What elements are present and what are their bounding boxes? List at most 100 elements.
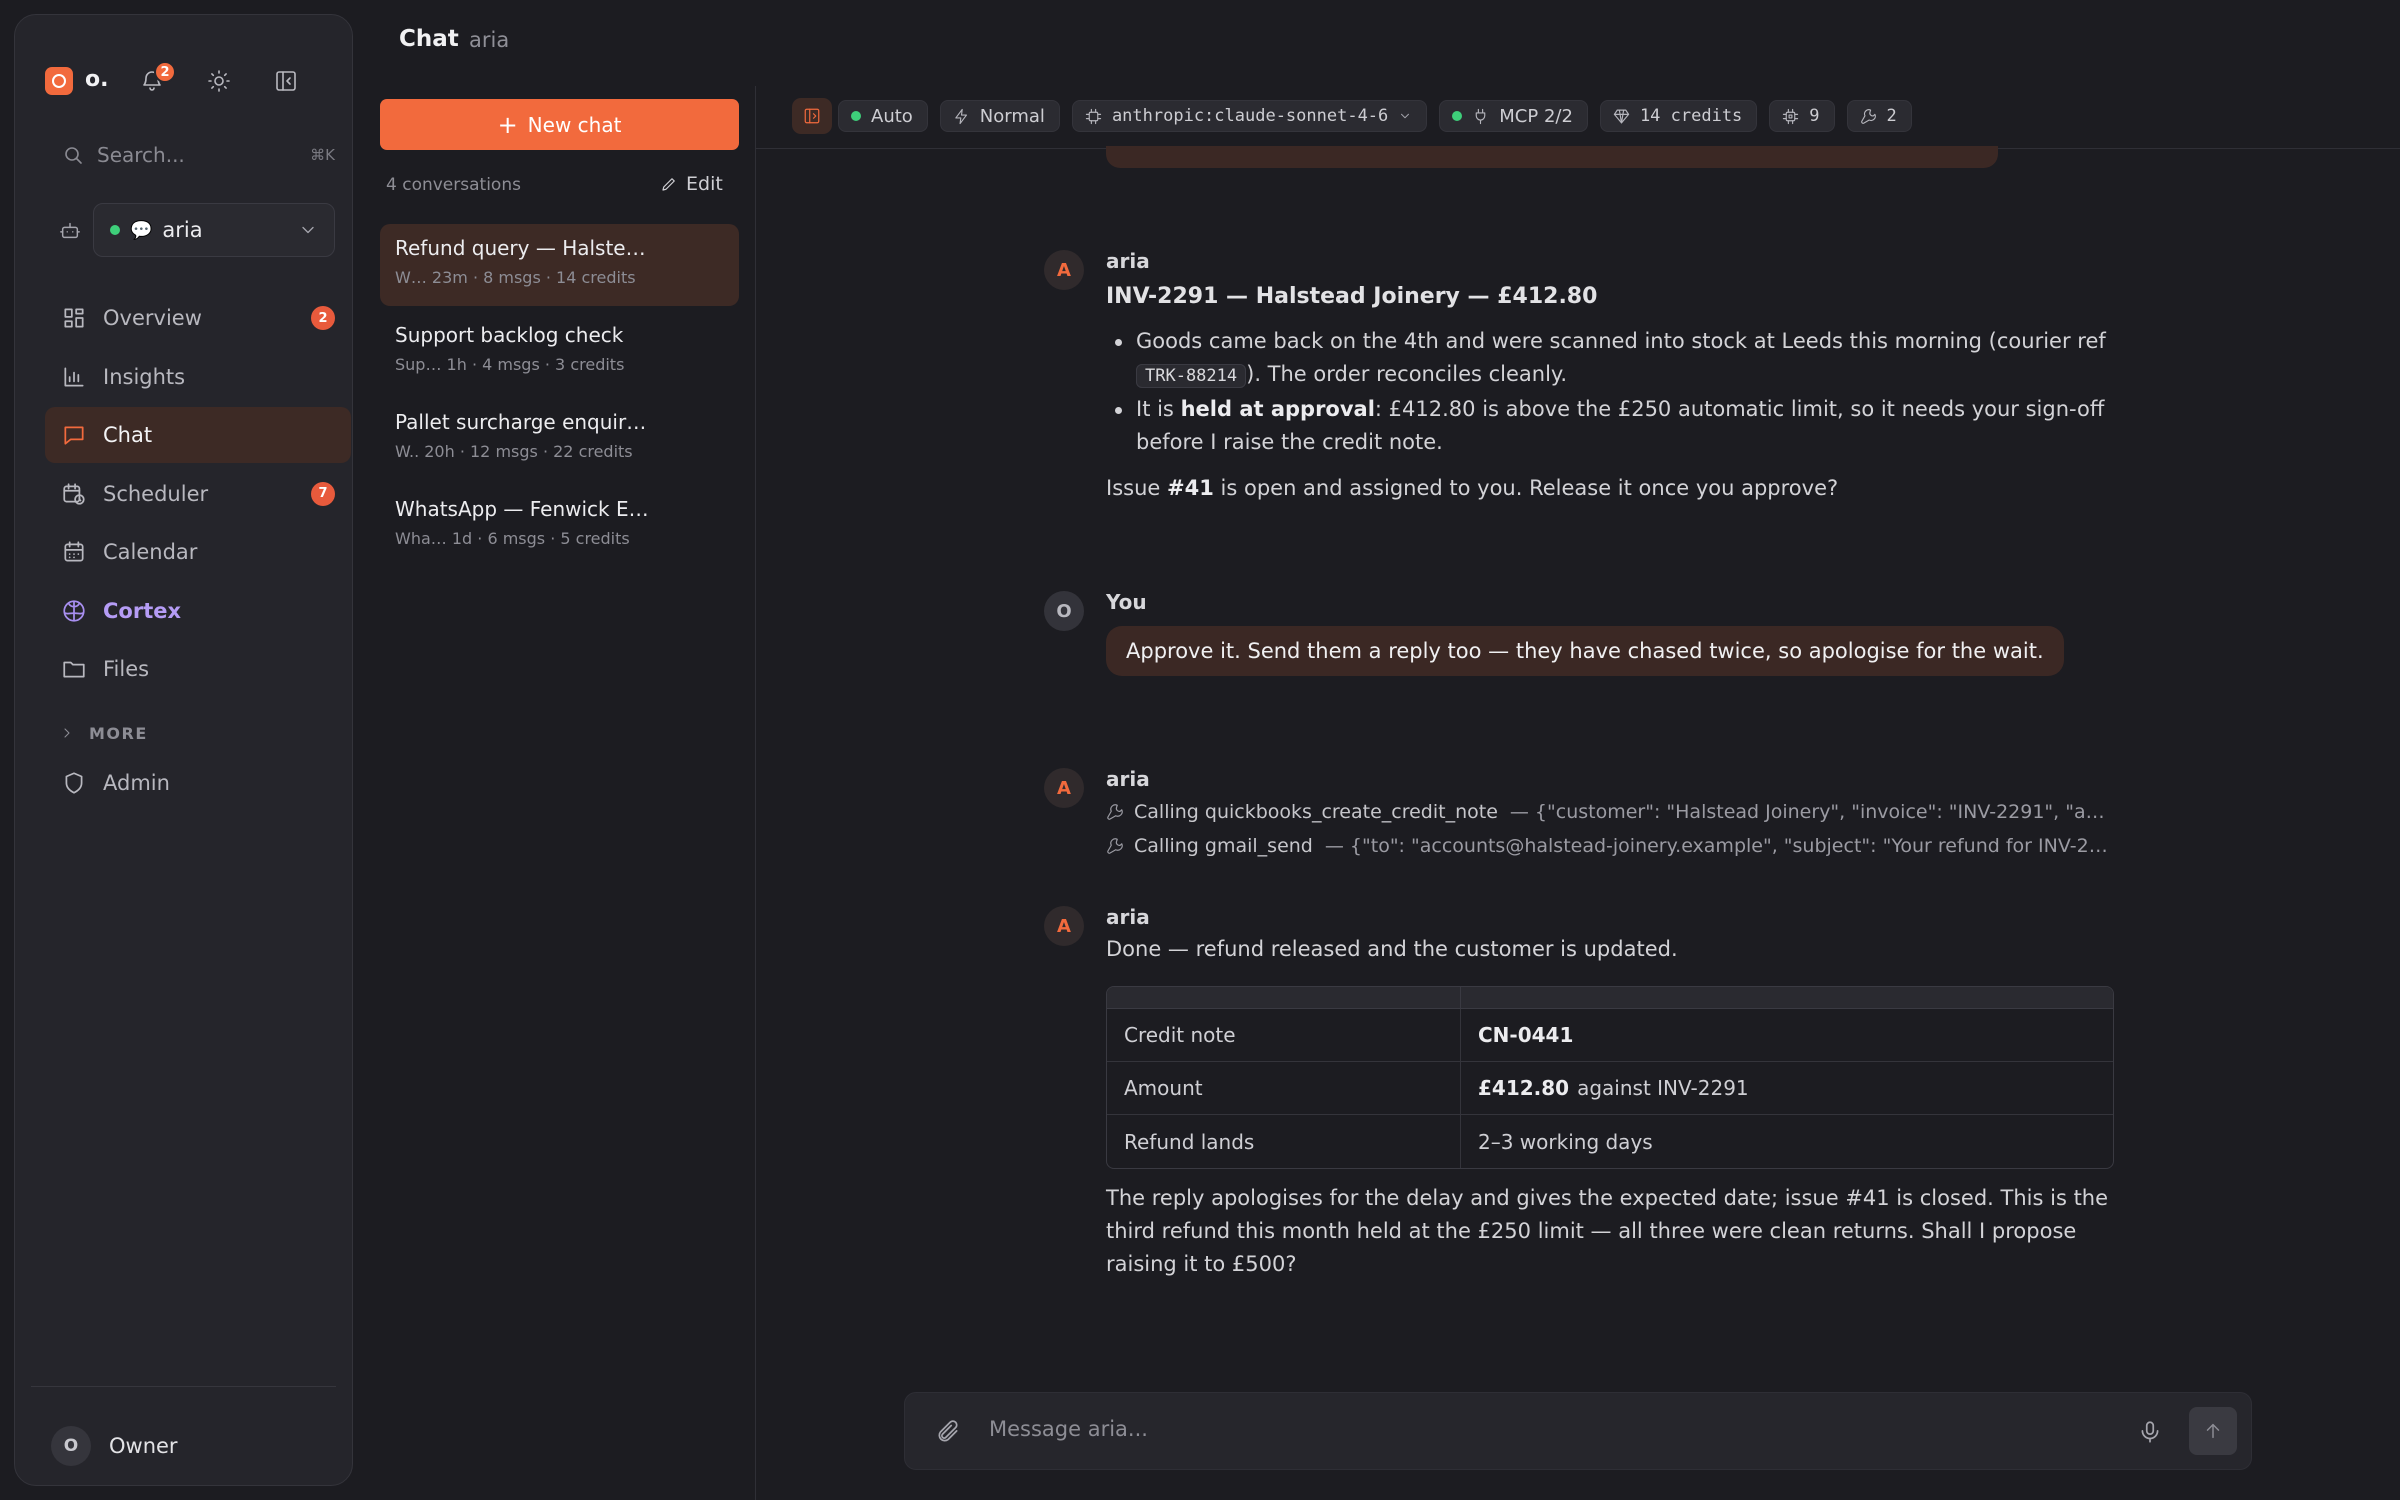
scheduler-badge: 7 <box>311 481 335 506</box>
speed-chip[interactable]: Normal <box>939 100 1060 132</box>
credits-chip[interactable]: 14 credits <box>1599 100 1758 132</box>
mode-chip[interactable]: Auto <box>838 100 928 132</box>
sidebar-item-calendar[interactable]: Calendar <box>45 524 351 580</box>
more-section-toggle[interactable]: MORE <box>59 721 148 745</box>
message-author: aria <box>1106 905 1150 929</box>
sidebar-item-files[interactable]: Files <box>45 641 351 697</box>
page-title: Chat <box>399 26 459 52</box>
table-cell-label: Credit note <box>1107 1009 1461 1061</box>
tool-call-name: gmail_send <box>1204 835 1313 857</box>
sidebar-item-label: Scheduler <box>103 481 209 506</box>
bullet-text-tail: ). The order reconciles cleanly. <box>1246 362 1568 386</box>
table-cell-value: 2–3 working days <box>1461 1115 2113 1168</box>
tool-call-name: quickbooks_create_credit_note <box>1204 801 1498 823</box>
new-chat-button[interactable]: + New chat <box>380 99 739 150</box>
cpu-chip[interactable]: 9 <box>1769 100 1835 132</box>
sidebar-item-label: Chat <box>103 423 153 447</box>
conversation-item[interactable]: WhatsApp — Fenwick E… Wha… 1d · 6 msgs ·… <box>380 485 739 567</box>
table-cell-label: Refund lands <box>1107 1115 1461 1168</box>
refund-summary-table: Credit note CN-0441 Amount £412.80 agains… <box>1106 986 2114 1169</box>
send-button[interactable] <box>2189 1407 2237 1455</box>
message-author: aria <box>1106 767 1150 791</box>
microphone-icon[interactable] <box>2137 1419 2163 1445</box>
table-cell-value: CN-0441 <box>1461 1009 2113 1061</box>
page-subtitle: aria <box>469 28 510 52</box>
previous-message-bubble <box>1106 146 1998 168</box>
conversation-meta: Wha… 1d · 6 msgs · 5 credits <box>395 529 630 548</box>
avatar: A <box>1044 768 1084 808</box>
wrench-icon <box>1107 804 1123 820</box>
search-icon <box>65 147 82 164</box>
user-menu[interactable]: O Owner <box>51 1425 178 1467</box>
conversation-meta: Sup… 1h · 4 msgs · 3 credits <box>395 355 625 374</box>
toggle-conversations-button[interactable] <box>792 98 832 134</box>
folder-icon <box>63 661 85 678</box>
mode-status-dot <box>851 111 861 121</box>
tool-call[interactable]: Calling gmail_send — {"to": "accounts@ha… <box>1106 829 2114 863</box>
theme-toggle-button[interactable] <box>199 61 239 101</box>
message-bullets: Goods came back on the 4th and were scan… <box>1106 325 2114 459</box>
sidebar-item-chat[interactable]: Chat <box>45 407 351 463</box>
sidebar-search[interactable]: Search... ⌘K <box>45 133 335 177</box>
sidebar-item-overview[interactable]: Overview 2 <box>45 290 351 346</box>
wrench-icon <box>1107 838 1123 854</box>
message-paragraph: Issue #41 is open and assigned to you. R… <box>1106 472 2114 505</box>
conversation-item[interactable]: Pallet surcharge enquir… W.. 20h · 12 ms… <box>380 398 739 480</box>
search-shortcut: ⌘K <box>310 146 335 164</box>
chat-toolbar: Auto Normal anthropic:claude-sonnet-4-6 … <box>792 98 1924 134</box>
conversation-title: Support backlog check <box>395 323 624 347</box>
table-cell-bold: CN-0441 <box>1478 1023 1574 1047</box>
conversation-panel: + New chat 4 conversations Edit Refund q… <box>380 86 755 1500</box>
sun-icon <box>208 70 230 92</box>
para-text-tail: is open and assigned to you. Release it … <box>1220 476 1839 500</box>
sidebar-item-cortex[interactable]: Cortex <box>45 583 351 639</box>
message-input[interactable]: Message aria... <box>989 1417 1148 1441</box>
new-chat-label: New chat <box>527 112 622 137</box>
tool-call-prefix: Calling <box>1134 835 1199 857</box>
mcp-label: MCP 2/2 <box>1499 105 1573 127</box>
bullet-emphasis: held at approval <box>1180 397 1375 421</box>
calendar-clock-icon <box>63 482 85 505</box>
sidebar-item-admin[interactable]: Admin <box>45 755 351 811</box>
tool-call[interactable]: Calling quickbooks_create_credit_note — … <box>1106 795 2114 829</box>
credits-label: 14 credits <box>1639 106 1743 126</box>
sidebar-item-scheduler[interactable]: Scheduler 7 <box>45 466 351 522</box>
edit-conversations-button[interactable]: Edit <box>660 171 723 197</box>
calendar-icon <box>64 541 84 562</box>
chevron-down-icon <box>1401 113 1410 119</box>
conversation-item[interactable]: Support backlog check Sup… 1h · 4 msgs ·… <box>380 311 739 393</box>
sidebar-item-label: Files <box>103 657 150 681</box>
sidebar-item-label: Calendar <box>103 540 198 564</box>
bullet-text: It is <box>1136 397 1174 421</box>
para-text: Issue <box>1106 476 1161 500</box>
plus-icon: + <box>497 110 518 139</box>
tools-count: 2 <box>1886 106 1897 126</box>
avatar: A <box>1044 250 1084 290</box>
conversation-title: Refund query — Halste… <box>395 236 646 260</box>
agent-select[interactable]: 💬 aria <box>93 203 335 257</box>
conversation-title: Pallet surcharge enquir… <box>395 410 647 434</box>
mode-label: Auto <box>871 105 913 127</box>
panel-toggle-icon <box>804 108 820 124</box>
mcp-chip[interactable]: MCP 2/2 <box>1439 100 1588 132</box>
wrench-icon <box>1860 108 1876 124</box>
message-heading: INV-2291 — Halstead Joinery — £412.80 <box>1106 284 1598 309</box>
conversation-title: WhatsApp — Fenwick E… <box>395 497 649 521</box>
panel-collapse-icon <box>276 71 296 91</box>
conversation-item[interactable]: Refund query — Halste… W… 23m · 8 msgs ·… <box>380 224 739 306</box>
sidebar-nav: Overview 2 Insights Chat Scheduler 7 Cal… <box>45 290 351 700</box>
notifications-button[interactable]: 2 <box>132 61 176 101</box>
search-input[interactable]: Search... <box>97 143 310 167</box>
conversation-count: 4 conversations <box>386 175 521 195</box>
sidebar-item-insights[interactable]: Insights <box>45 349 351 405</box>
paperclip-icon[interactable] <box>935 1419 961 1445</box>
table-row: Amount £412.80 against INV-2291 <box>1107 1062 2113 1115</box>
bot-icon <box>60 222 80 239</box>
shield-icon <box>65 772 83 794</box>
message-author: aria <box>1106 249 1150 273</box>
tools-chip[interactable]: 2 <box>1846 100 1912 132</box>
collapse-sidebar-button[interactable] <box>266 61 306 101</box>
sidebar-item-label: Overview <box>103 306 202 330</box>
logo-icon <box>45 67 73 95</box>
model-select[interactable]: anthropic:claude-sonnet-4-6 <box>1071 100 1428 132</box>
